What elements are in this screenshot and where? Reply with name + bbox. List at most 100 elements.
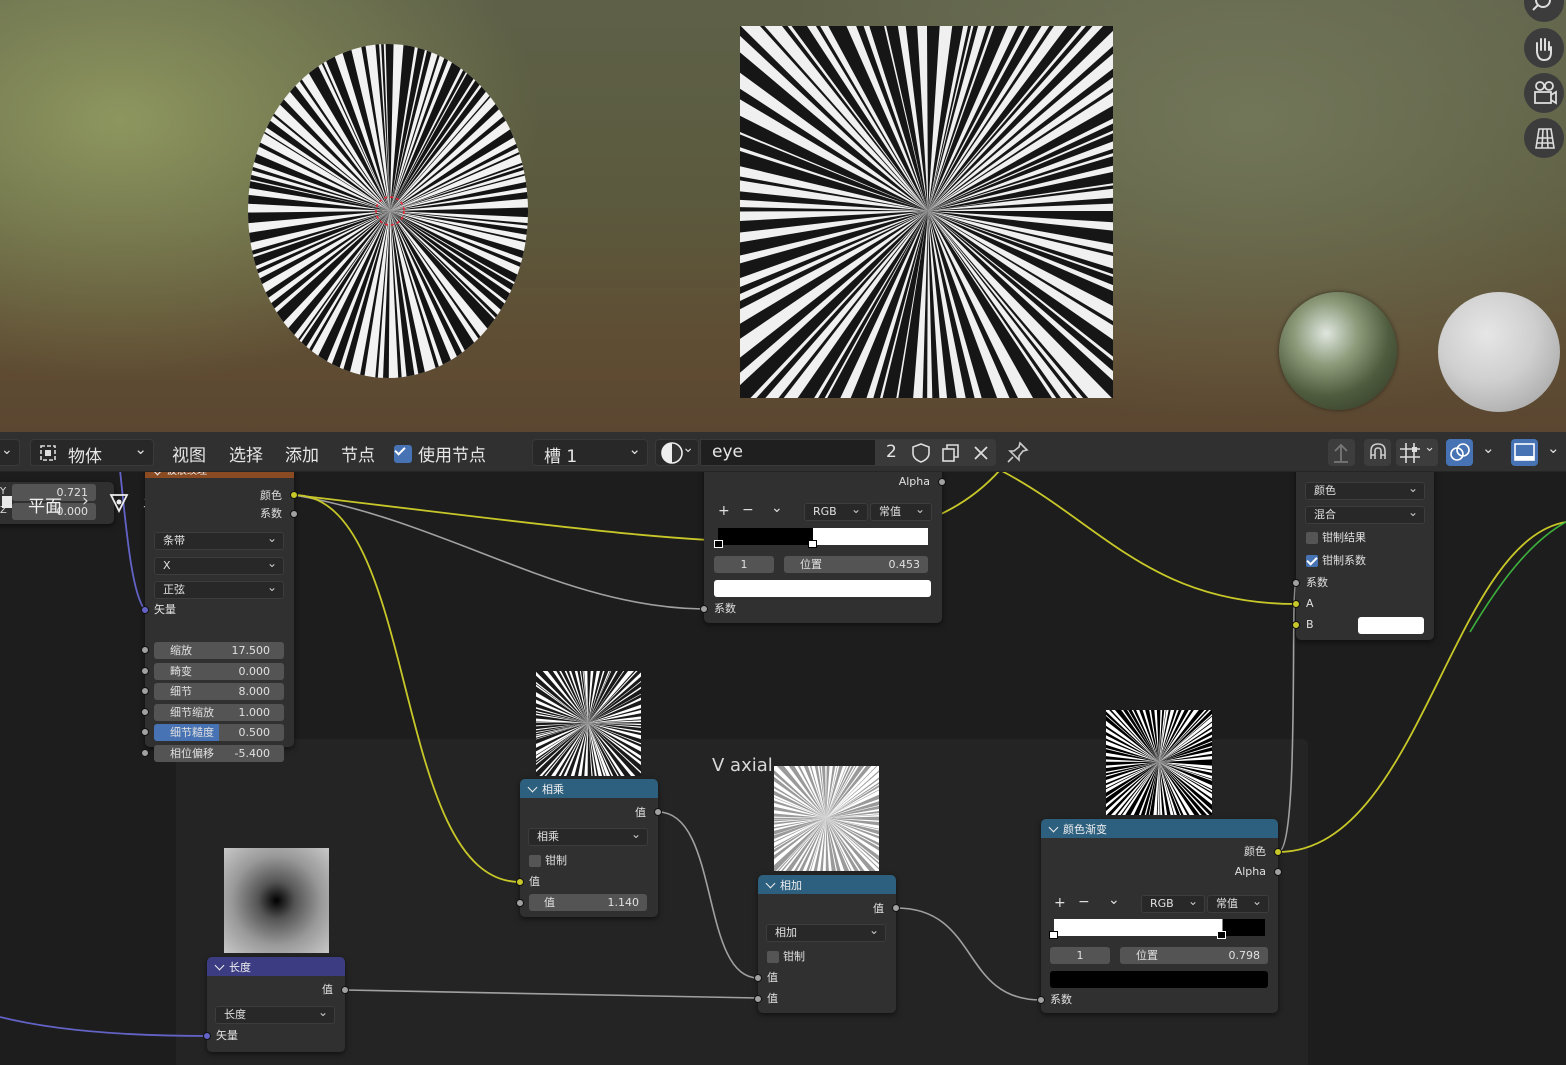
ramp-top-mode-select[interactable]: RGB xyxy=(804,501,868,521)
ramp-bottom-out-color-socket[interactable] xyxy=(1274,848,1282,856)
clamp-factor-checkbox[interactable] xyxy=(1306,555,1318,567)
wave-field-socket[interactable] xyxy=(141,748,149,757)
add-op-select[interactable]: 相加 xyxy=(766,922,886,942)
wave-profile-select[interactable]: 正弦 xyxy=(154,579,284,599)
zoom-icon[interactable] xyxy=(1524,0,1564,22)
duplicate-material-button[interactable] xyxy=(936,439,966,466)
material-users-count[interactable]: 2 xyxy=(876,439,906,466)
ramp-bottom-stop-black[interactable] xyxy=(1217,931,1226,939)
wave-field-socket[interactable] xyxy=(141,687,149,695)
ramp-bottom-interp-select[interactable]: 常值 xyxy=(1207,893,1269,913)
ramp-top-out-alpha-socket[interactable] xyxy=(938,478,946,486)
shader-type-select[interactable]: 物体 ⌄ xyxy=(30,439,154,467)
menu-add[interactable]: 添加 xyxy=(285,441,319,466)
pin-button[interactable] xyxy=(1004,439,1031,466)
ramp-top-in-fac-socket[interactable] xyxy=(700,605,708,613)
multiply-in-socket[interactable] xyxy=(516,878,524,886)
length-node-header[interactable]: 长度 xyxy=(207,957,345,976)
wave-field-socket[interactable] xyxy=(141,728,149,736)
wave-field-3[interactable]: 细节缩放 1.000 xyxy=(154,703,284,721)
mix-in-a-socket[interactable] xyxy=(1292,600,1300,608)
wave-out-fac-socket[interactable] xyxy=(290,510,298,518)
multiply-node[interactable]: 相乘 值 相乘 钳制 值 1.140 值 xyxy=(516,779,662,917)
length-in-vector-socket[interactable] xyxy=(203,1032,211,1040)
ramp-top-interp-select[interactable]: 常值 xyxy=(870,501,932,521)
menu-view[interactable]: 视图 xyxy=(172,441,206,466)
menu-select[interactable]: 选择 xyxy=(229,441,263,466)
unlink-material-button[interactable] xyxy=(966,439,996,466)
multiply-out-socket[interactable] xyxy=(654,808,662,816)
camera-icon[interactable] xyxy=(1524,73,1564,113)
ramp-bottom-index-field[interactable]: 1 xyxy=(1050,947,1110,964)
chevron-down-icon[interactable]: ⌄ xyxy=(1482,439,1495,457)
3d-viewport[interactable] xyxy=(0,0,1566,432)
ramp-bottom-stop-white[interactable] xyxy=(1049,931,1058,939)
add-in-socket-2[interactable] xyxy=(754,995,762,1003)
use-nodes-checkbox[interactable] xyxy=(394,445,412,463)
shader-node-editor[interactable]: V axial Y 0.721 Z 0.000 平面 › 平面 › eye 波浪… xyxy=(0,432,1566,1065)
mix-color-node[interactable]: 颜色 混合 钳制结果 钳制系数 系数 A B xyxy=(1292,462,1434,640)
length-op-select[interactable]: 长度 xyxy=(215,1004,335,1024)
mix-type-select[interactable]: 颜色 xyxy=(1305,480,1425,500)
multiply-clamp-checkbox[interactable] xyxy=(529,855,541,867)
remove-stop-icon[interactable]: − xyxy=(742,502,754,518)
ramp-bottom-mode-select[interactable]: RGB xyxy=(1141,893,1205,913)
material-browse-button[interactable]: ⌄ xyxy=(655,439,699,466)
wave-out-color-socket[interactable] xyxy=(290,491,298,499)
menu-node[interactable]: 节点 xyxy=(341,441,375,466)
ramp-bottom-header[interactable]: 颜色渐变 xyxy=(1041,819,1278,838)
ramp-bottom-out-alpha-socket[interactable] xyxy=(1274,868,1282,876)
ramp-bottom-color-swatch[interactable] xyxy=(1050,971,1268,988)
remove-stop-icon[interactable]: − xyxy=(1078,894,1090,910)
multiply-op-select[interactable]: 相乘 xyxy=(528,826,648,846)
fake-user-button[interactable] xyxy=(906,439,936,466)
multiply-field-socket[interactable] xyxy=(516,899,524,907)
length-out-socket[interactable] xyxy=(341,986,349,994)
length-node[interactable]: 长度 值 长度 矢量 xyxy=(203,957,349,1052)
add-in-socket-1[interactable] xyxy=(754,974,762,982)
ramp-menu-chevron-icon[interactable]: ⌄ xyxy=(771,500,783,516)
mix-in-b-socket[interactable] xyxy=(1292,621,1300,629)
wave-field-5[interactable]: 相位偏移 -5.400 xyxy=(154,744,284,762)
multiply-node-header[interactable]: 相乘 xyxy=(520,779,658,798)
wave-field-1[interactable]: 畸变 0.000 xyxy=(154,662,284,680)
add-node-header[interactable]: 相加 xyxy=(758,875,896,894)
hand-icon[interactable] xyxy=(1524,28,1564,68)
material-name-field[interactable]: eye xyxy=(700,439,876,466)
wave-texture-node[interactable]: 波浪纹理 颜色 系数 条带 X 正弦 矢量 缩放17.500畸变0.000细节8… xyxy=(141,462,298,762)
ramp-top-color-swatch[interactable] xyxy=(714,580,931,597)
ramp-bottom-in-fac-socket[interactable] xyxy=(1037,996,1045,1004)
color-ramp-bottom-node[interactable]: 颜色渐变 颜色 Alpha + − ⌄ RGB 常值 1 0.798 位置 系数 xyxy=(1037,819,1282,1013)
snap-toggle-button[interactable] xyxy=(1364,439,1391,466)
editor-type-select[interactable]: ⌄ xyxy=(0,439,20,466)
ramp-menu-chevron-icon[interactable]: ⌄ xyxy=(1108,892,1120,908)
wave-field-0[interactable]: 缩放 17.500 xyxy=(154,642,284,659)
ramp-top-stop-black[interactable] xyxy=(714,540,723,548)
color-ramp-top-node[interactable]: Alpha + − ⌄ RGB 常值 1 位置 0.453 位置 系数 xyxy=(700,462,946,623)
ramp-top-stop-white[interactable] xyxy=(808,540,817,548)
wave-direction-select[interactable]: X xyxy=(154,555,284,575)
parent-node-tree-button[interactable] xyxy=(1328,439,1355,466)
add-stop-icon[interactable]: + xyxy=(718,503,730,519)
mix-in-fac-socket[interactable] xyxy=(1292,579,1300,587)
slot-select[interactable]: 槽 1 ⌄ xyxy=(532,439,648,467)
mix-blend-select[interactable]: 混合 xyxy=(1305,504,1425,524)
wave-field-4[interactable]: 细节糙度 0.500 xyxy=(154,724,284,741)
sidebar-toggle-button[interactable] xyxy=(1511,439,1538,466)
wave-field-socket[interactable] xyxy=(141,646,149,654)
wave-field-socket[interactable] xyxy=(141,666,149,675)
add-out-socket[interactable] xyxy=(892,904,900,912)
mix-b-color-swatch[interactable] xyxy=(1358,617,1424,634)
wave-field-2[interactable]: 细节 8.000 xyxy=(154,683,284,700)
grid-icon[interactable] xyxy=(1524,118,1564,158)
wave-type-select[interactable]: 条带 xyxy=(154,530,284,550)
chevron-down-icon[interactable]: ⌄ xyxy=(1547,439,1560,457)
clamp-result-checkbox[interactable] xyxy=(1306,532,1318,544)
wave-field-socket[interactable] xyxy=(141,707,149,716)
snap-target-button[interactable]: ⌄ xyxy=(1396,439,1438,466)
ramp-top-gradient-bar[interactable] xyxy=(718,528,928,545)
add-stop-icon[interactable]: + xyxy=(1054,895,1066,911)
wave-in-vector-socket[interactable] xyxy=(141,606,149,614)
ramp-bottom-gradient-bar[interactable] xyxy=(1054,919,1265,936)
add-node[interactable]: 相加 值 相加 钳制 值 值 xyxy=(754,875,900,1013)
